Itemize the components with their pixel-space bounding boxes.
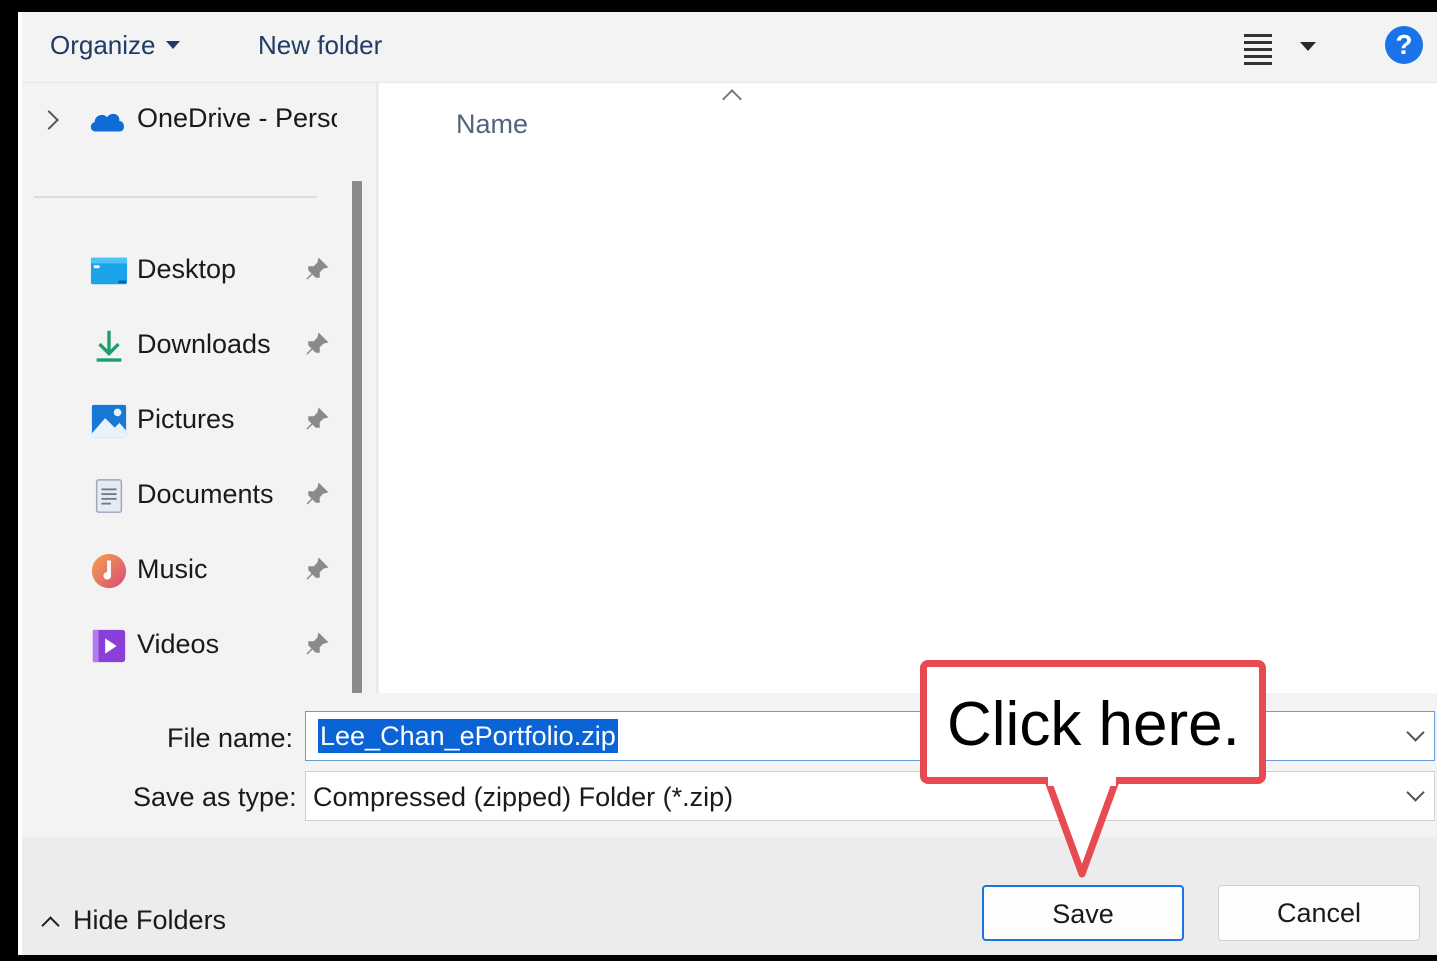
pictures-icon xyxy=(91,404,127,438)
nav-item-music[interactable]: Music xyxy=(22,542,342,602)
file-list[interactable]: Name xyxy=(379,83,1437,693)
nav-item-documents[interactable]: Documents xyxy=(22,467,342,527)
new-folder-button[interactable]: New folder xyxy=(258,30,382,61)
nav-label-documents: Documents xyxy=(137,479,274,509)
view-options-caret-icon[interactable] xyxy=(1300,42,1316,51)
list-view-icon[interactable] xyxy=(1240,30,1276,65)
chevron-down-icon[interactable] xyxy=(1406,723,1425,742)
hide-folders-button[interactable]: Hide Folders xyxy=(36,905,226,936)
pin-icon[interactable] xyxy=(304,631,330,657)
outer-frame-bottom xyxy=(0,955,1437,961)
pin-icon[interactable] xyxy=(304,406,330,432)
nav-item-pictures[interactable]: Pictures xyxy=(22,392,342,452)
callout-joint xyxy=(1048,774,1116,786)
nav-divider xyxy=(34,196,317,198)
chevron-down-icon[interactable] xyxy=(1406,783,1425,802)
column-header-name[interactable]: Name xyxy=(456,109,528,140)
nav-label-videos: Videos xyxy=(137,629,220,659)
nav-label-music: Music xyxy=(137,554,208,584)
expand-chevron-icon[interactable] xyxy=(39,110,59,130)
nav-item-videos[interactable]: Videos xyxy=(22,617,342,677)
organize-button[interactable]: Organize xyxy=(50,30,180,61)
cancel-button[interactable]: Cancel xyxy=(1218,885,1420,941)
nav-label-desktop: Desktop xyxy=(137,254,237,284)
videos-icon xyxy=(92,629,126,663)
organize-label: Organize xyxy=(50,30,156,60)
pin-icon[interactable] xyxy=(304,481,330,507)
save-type-value: Compressed (zipped) Folder (*.zip) xyxy=(313,782,734,812)
nav-item-onedrive[interactable]: OneDrive - Perso xyxy=(22,91,342,151)
outer-frame-top xyxy=(0,0,1437,12)
documents-icon xyxy=(95,479,123,513)
sort-ascending-icon xyxy=(722,89,742,109)
pane-separator[interactable] xyxy=(376,83,378,693)
pin-icon[interactable] xyxy=(304,556,330,582)
file-name-selected-text: Lee_Chan_ePortfolio.zip xyxy=(318,719,618,753)
pin-icon[interactable] xyxy=(304,331,330,357)
organize-caret-icon xyxy=(165,41,180,50)
nav-scrollbar-thumb[interactable] xyxy=(352,181,362,693)
toolbar: Organize New folder ? xyxy=(22,12,1437,83)
desktop-icon xyxy=(90,257,128,285)
nav-label-pictures: Pictures xyxy=(137,404,235,434)
save-type-label: Save as type: xyxy=(133,782,297,812)
nav-item-downloads[interactable]: Downloads xyxy=(22,317,342,377)
chevron-up-icon xyxy=(41,916,60,936)
click-here-callout: Click here. xyxy=(920,660,1266,880)
callout-text: Click here. xyxy=(947,690,1240,759)
music-icon xyxy=(91,553,127,589)
save-button[interactable]: Save xyxy=(982,885,1184,941)
file-name-label: File name: xyxy=(167,723,294,753)
callout-pointer xyxy=(1040,770,1124,878)
nav-label-downloads: Downloads xyxy=(137,329,271,359)
hide-folders-label: Hide Folders xyxy=(73,905,227,935)
callout-box: Click here. xyxy=(920,660,1266,784)
nav-label-onedrive: OneDrive - Perso xyxy=(137,103,337,133)
pin-icon[interactable] xyxy=(304,256,330,282)
outer-frame-left xyxy=(0,0,18,961)
nav-item-desktop[interactable]: Desktop xyxy=(22,242,342,302)
navigation-pane: OneDrive - Perso Desktop Downloads Pictu… xyxy=(22,83,376,693)
downloads-icon xyxy=(96,330,122,362)
help-icon[interactable]: ? xyxy=(1385,26,1423,64)
onedrive-cloud-icon xyxy=(90,113,124,132)
